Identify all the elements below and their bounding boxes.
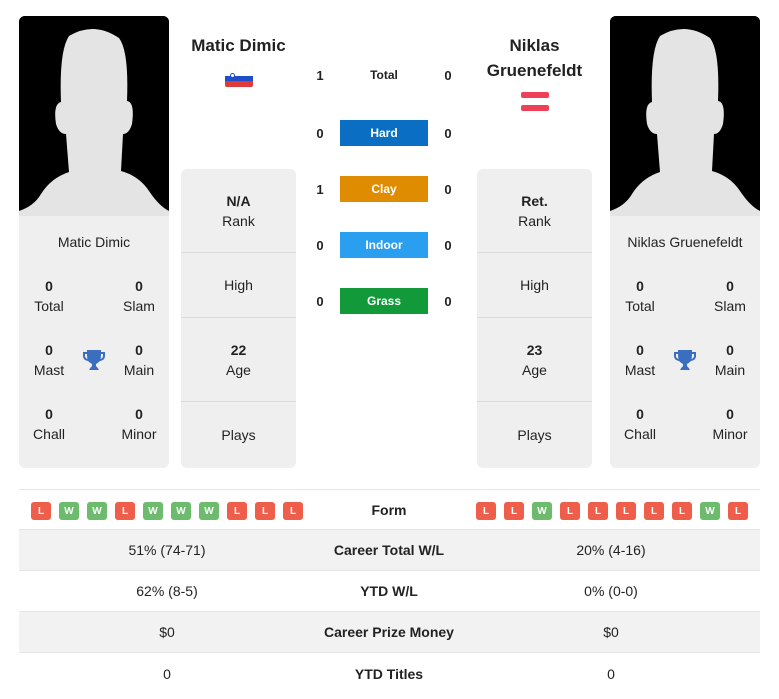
silhouette-icon: [19, 16, 169, 216]
titles-main: 0 Main: [123, 342, 155, 378]
player1-name[interactable]: Matic Dimic: [181, 33, 296, 58]
player2-rank: Ret. Rank: [477, 169, 592, 253]
player2-titles: 0 Total 0 Slam 0 Mast 0 Main 0 Chall 0 Minor: [610, 266, 760, 466]
form-row: LWWLWWWLLL Form LLWLLLLLWL: [19, 489, 760, 530]
titles-total: 0 Total: [34, 278, 64, 314]
form-result-badge[interactable]: W: [700, 502, 720, 520]
player1-plays: Plays: [221, 426, 256, 443]
player1-card: Matic Dimic 0 Total 0 Slam 0 Mast 0 Main 0 Ch…: [19, 216, 169, 468]
titles-chall: 0 Chall: [33, 406, 65, 442]
form-result-badge[interactable]: W: [143, 502, 163, 520]
player2-age: 23 Age: [477, 318, 592, 402]
stat-row-prize-money: $0 Career Prize Money $0: [19, 612, 760, 653]
player1-rank: N/A Rank: [181, 169, 296, 253]
form-result-badge[interactable]: L: [672, 502, 692, 520]
titles-slam: 0 Slam: [714, 278, 746, 314]
player1-info: N/A Rank High 22 Age Plays: [181, 169, 296, 468]
stat-row-ytd-titles: 0 YTD Titles 0: [163, 665, 615, 682]
titles-mast: 0 Mast: [33, 342, 65, 378]
titles-slam: 0 Slam: [123, 278, 155, 314]
h2h-hard: 0 Hard 0: [310, 120, 460, 146]
player2-plays: Plays: [517, 426, 552, 443]
player1-card-name: Matic Dimic: [57, 234, 131, 250]
form-result-badge[interactable]: L: [115, 502, 135, 520]
player1-high: High: [181, 253, 296, 318]
player2-info: Ret. Rank High 23 Age Plays: [477, 169, 592, 468]
titles-minor: 0 Minor: [712, 406, 748, 442]
titles-mast: 0 Mast: [624, 342, 656, 378]
stat-row-ytd-wl: 62% (8-5) YTD W/L 0% (0-0): [19, 571, 760, 612]
h2h-grass: 0 Grass 0: [310, 288, 460, 314]
form-label: Form: [371, 502, 407, 518]
trophy-icon: [82, 348, 106, 377]
form-result-badge[interactable]: W: [532, 502, 552, 520]
player2-high: High: [477, 253, 592, 318]
indoor-surface-badge[interactable]: Indoor: [340, 232, 428, 258]
form-result-badge[interactable]: L: [255, 502, 275, 520]
hard-surface-badge[interactable]: Hard: [340, 120, 428, 146]
form-result-badge[interactable]: L: [283, 502, 303, 520]
player2-card-name: Niklas Gruenefeldt: [627, 234, 743, 250]
player1-photo: [19, 16, 169, 216]
titles-chall: 0 Chall: [624, 406, 656, 442]
slovenia-flag-icon: [225, 71, 253, 87]
austria-flag-icon: [521, 92, 549, 112]
form-result-badge[interactable]: W: [199, 502, 219, 520]
player1-age: 22 Age: [181, 318, 296, 402]
form-result-badge[interactable]: L: [504, 502, 524, 520]
stat-row-career-wl: 51% (74-71) Career Total W/L 20% (4-16): [19, 530, 760, 571]
h2h-indoor: 0 Indoor 0: [310, 232, 460, 258]
player2-card: Niklas Gruenefeldt 0 Total 0 Slam 0 Mast 0M…: [610, 216, 760, 468]
form-result-badge[interactable]: W: [87, 502, 107, 520]
silhouette-icon: [610, 16, 760, 216]
form-result-badge[interactable]: L: [588, 502, 608, 520]
trophy-icon: [673, 348, 697, 377]
form-result-badge[interactable]: W: [171, 502, 191, 520]
form-result-badge[interactable]: W: [59, 502, 79, 520]
form-result-badge[interactable]: L: [728, 502, 748, 520]
player2-name[interactable]: Niklas Gruenefeldt: [477, 33, 592, 83]
form-result-badge[interactable]: L: [476, 502, 496, 520]
form-result-badge[interactable]: L: [560, 502, 580, 520]
h2h-total: 1 Total 0: [316, 67, 452, 83]
h2h-clay: 1 Clay 0: [310, 176, 460, 202]
grass-surface-badge[interactable]: Grass: [340, 288, 428, 314]
player2-photo: [610, 16, 760, 216]
titles-total: 0 Total: [625, 278, 655, 314]
clay-surface-badge[interactable]: Clay: [340, 176, 428, 202]
form-result-badge[interactable]: L: [31, 502, 51, 520]
form-result-badge[interactable]: L: [644, 502, 664, 520]
titles-minor: 0 Minor: [121, 406, 157, 442]
player1-titles: 0 Total 0 Slam 0 Mast 0 Main 0 Chall 0 Minor: [19, 266, 169, 466]
form-result-badge[interactable]: L: [616, 502, 636, 520]
form-result-badge[interactable]: L: [227, 502, 247, 520]
titles-main: 0 Main: [714, 342, 746, 378]
